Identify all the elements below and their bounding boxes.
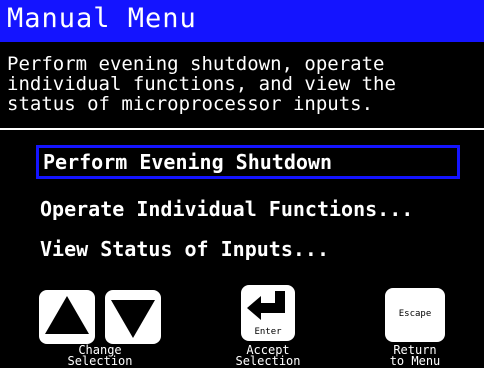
escape-key-text: Escape: [398, 309, 432, 319]
change-selection-label: Change Selection: [67, 343, 133, 368]
down-arrow-key[interactable]: [105, 290, 161, 344]
menu-option-view-inputs[interactable]: View Status of Inputs...: [36, 232, 460, 266]
menu-description: Perform evening shutdown, operate indivi…: [7, 53, 396, 115]
escape-key[interactable]: Escape: [385, 288, 445, 342]
menu-option-operate-functions[interactable]: Operate Individual Functions...: [36, 192, 460, 226]
menu-option-evening-shutdown[interactable]: Perform Evening Shutdown: [36, 145, 460, 179]
accept-selection-label: Accept Selection: [235, 343, 301, 368]
divider: [0, 128, 484, 130]
enter-key[interactable]: Enter: [241, 285, 295, 341]
page-title: Manual Menu: [7, 3, 197, 34]
title-bar: Manual Menu: [0, 0, 484, 42]
down-arrow-icon: [111, 300, 155, 338]
enter-key-text: Enter: [254, 327, 282, 337]
up-arrow-icon: [45, 296, 89, 334]
return-to-menu-label: Return to Menu: [389, 343, 441, 368]
up-arrow-key[interactable]: [39, 290, 95, 344]
